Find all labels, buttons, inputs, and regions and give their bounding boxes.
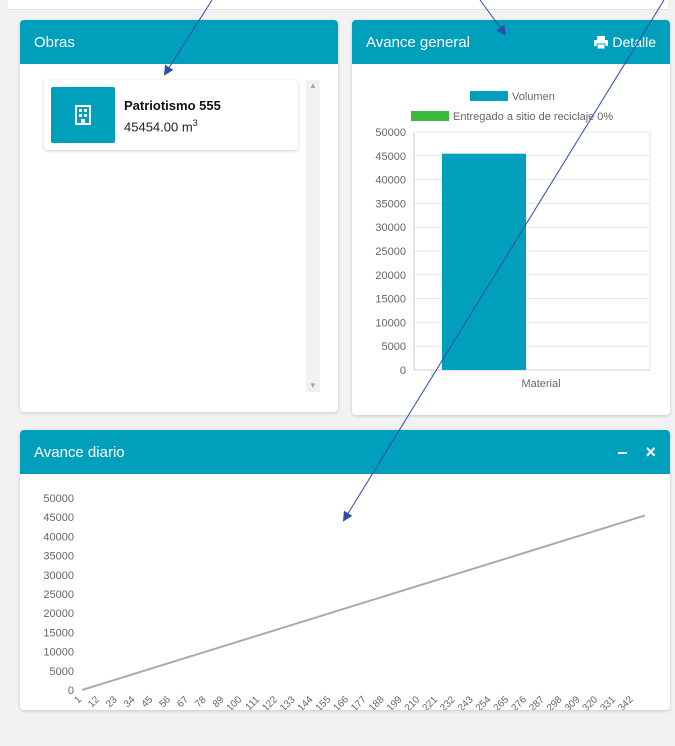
legend-label-entregado: Entregado a sitio de reciclaje 0%	[453, 111, 613, 123]
bar-volumen	[442, 153, 526, 370]
obra-quantity: 45454.00 m3	[124, 118, 198, 135]
y-tick-label: 0	[400, 365, 406, 377]
x-tick-label: 144	[296, 694, 316, 710]
x-tick-label: 309	[563, 694, 583, 710]
x-tick-label: 100	[225, 694, 245, 710]
x-tick-label: 254	[474, 694, 494, 710]
avance-general-header: Avance general Detalle	[352, 20, 670, 64]
y-tick-label: 30000	[43, 570, 74, 582]
x-tick-label: 331	[598, 694, 618, 710]
x-tick-label: 276	[509, 694, 529, 710]
avance-diario-title: Avance diario	[34, 443, 125, 461]
y-tick-label: 25000	[43, 589, 74, 601]
x-tick-label: 342	[616, 694, 636, 710]
x-tick-label: 89	[211, 694, 227, 710]
x-tick-label: 210	[403, 694, 423, 710]
x-tick-label: 177	[349, 694, 369, 710]
y-tick-label: 25000	[375, 246, 406, 258]
y-tick-label: 40000	[375, 175, 406, 187]
line-series	[81, 514, 646, 691]
x-tick-label: 155	[314, 694, 334, 710]
y-tick-label: 35000	[375, 198, 406, 210]
x-tick-label: 199	[385, 694, 405, 710]
x-tick-label: 265	[492, 694, 512, 710]
x-tick-label: 133	[278, 694, 298, 710]
x-tick-label: 34	[122, 694, 138, 710]
obras-panel: Obras Patriotismo 555 45454.00 m3 ▲ ▼	[20, 20, 338, 412]
y-tick-label: 50000	[375, 127, 406, 139]
minimize-button[interactable]: –	[617, 442, 627, 463]
y-tick-label: 45000	[43, 512, 74, 524]
y-tick-label: 45000	[375, 151, 406, 163]
y-tick-label: 40000	[43, 531, 74, 543]
avance-diario-panel: Avance diario – × 0 5000 10000 15000 20000 25…	[20, 430, 670, 710]
x-tick-label: 243	[456, 694, 476, 710]
x-tick-label: 287	[527, 694, 547, 710]
legend-label-volumen: Volumen	[512, 91, 555, 103]
detalle-label: Detalle	[612, 34, 656, 50]
obra-name: Patriotismo 555	[124, 98, 221, 113]
y-tick-label: 5000	[382, 341, 406, 353]
x-tick-label: 45	[140, 694, 156, 710]
scroll-up-arrow-icon[interactable]: ▲	[306, 80, 320, 92]
y-tick-label: 15000	[43, 627, 74, 639]
x-tick-label: 56	[157, 694, 173, 710]
avance-diario-header: Avance diario – ×	[20, 430, 670, 474]
obras-panel-header: Obras	[20, 20, 338, 64]
y-tick-label: 35000	[43, 551, 74, 563]
avance-general-chart: Volumen Entregado a sitio de reciclaje 0%…	[375, 91, 651, 390]
y-tick-label: 5000	[50, 666, 74, 678]
y-tick-label: 50000	[43, 493, 74, 505]
obras-panel-title: Obras	[34, 33, 75, 51]
building-icon	[51, 87, 115, 143]
y-tick-label: 15000	[375, 294, 406, 306]
y-tick-label: 20000	[43, 608, 74, 620]
y-tick-label: 0	[68, 685, 74, 697]
y-tick-label: 30000	[375, 222, 406, 234]
x-tick-label: 298	[545, 694, 565, 710]
scroll-down-arrow-icon[interactable]: ▼	[306, 380, 320, 392]
y-tick-label: 20000	[375, 270, 406, 282]
obras-list: Patriotismo 555 45454.00 m3	[44, 80, 299, 150]
x-tick-label: 78	[193, 694, 209, 710]
y-tick-label: 10000	[375, 317, 406, 329]
print-icon	[594, 35, 609, 49]
y-tick-label: 10000	[43, 647, 74, 659]
x-tick-label: 221	[420, 694, 440, 710]
legend-swatch-volumen	[470, 91, 508, 101]
x-tick-label: 12	[86, 694, 102, 710]
x-tick-label: 166	[331, 694, 351, 710]
x-tick-label: 23	[104, 694, 120, 710]
x-tick-label: 122	[260, 694, 280, 710]
detalle-button[interactable]: Detalle	[594, 34, 656, 50]
obra-card[interactable]: Patriotismo 555 45454.00 m3	[44, 80, 298, 150]
avance-general-panel: Avance general Detalle Volumen Entregado …	[352, 20, 670, 415]
legend-swatch-entregado	[411, 111, 449, 121]
x-tick-label: 188	[367, 694, 387, 710]
x-tick-label: 1	[72, 694, 84, 706]
avance-diario-chart: 0 5000 10000 15000 20000 25000 30000 35000 40000…	[43, 493, 646, 710]
close-button[interactable]: ×	[645, 442, 656, 463]
x-tick-label: 320	[581, 694, 601, 710]
avance-general-title: Avance general	[366, 33, 470, 51]
obras-scrollbar[interactable]: ▲ ▼	[306, 80, 320, 392]
x-tick-label: Material	[521, 378, 560, 390]
x-tick-label: 67	[175, 694, 191, 710]
top-strip	[8, 0, 668, 10]
x-tick-label: 111	[244, 694, 263, 710]
x-tick-label: 232	[438, 694, 458, 710]
